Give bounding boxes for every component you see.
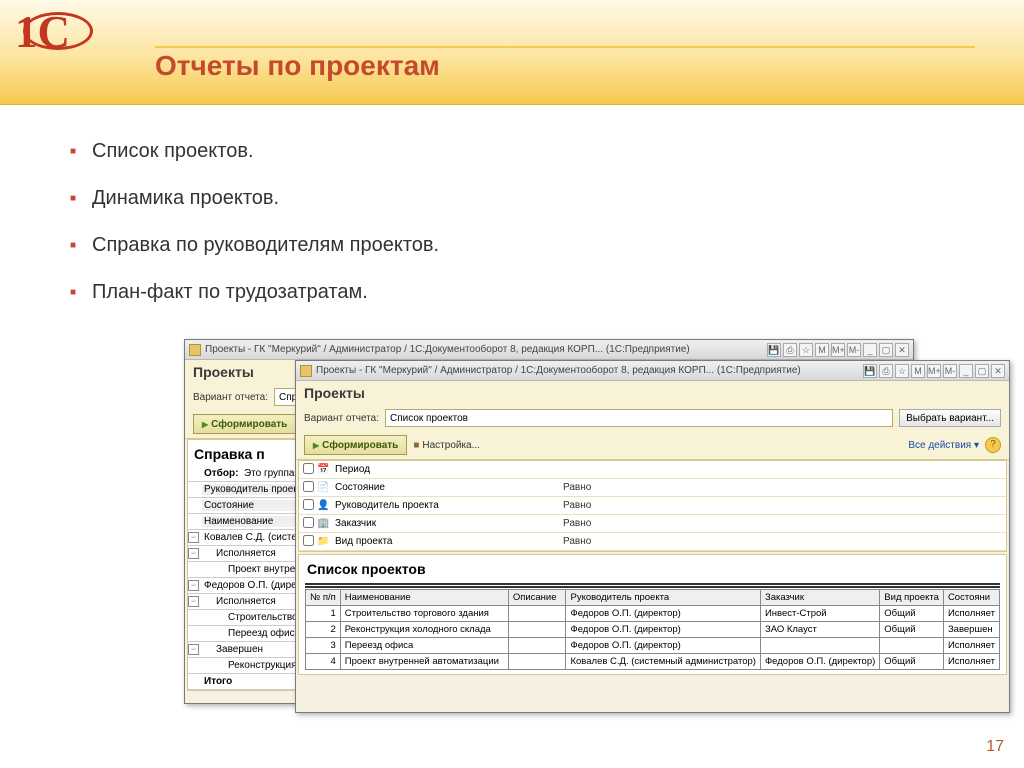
filter-label: Руководитель проекта — [333, 500, 563, 511]
app-icon — [300, 365, 312, 377]
filter-op: Равно — [563, 500, 673, 511]
col-name: Наименование — [340, 590, 508, 606]
minimize-icon[interactable]: _ — [959, 364, 973, 378]
form-button[interactable]: Сформировать — [304, 435, 407, 455]
filter-text: Это группа — [244, 468, 294, 479]
all-actions-link[interactable]: Все действия ▾ — [908, 440, 979, 451]
form-button[interactable]: Сформировать — [193, 414, 296, 434]
col-state: Состояни — [943, 590, 999, 606]
col-num: № п/п — [306, 590, 341, 606]
m-plus-icon[interactable]: M+ — [831, 343, 845, 357]
collapse-icon[interactable]: − — [188, 644, 199, 655]
print-icon[interactable]: ⎙ — [879, 364, 893, 378]
print-icon[interactable]: ⎙ — [783, 343, 797, 357]
filter-checkbox[interactable] — [303, 463, 314, 474]
variant-input[interactable] — [385, 409, 893, 427]
bullet-item: Список проектов. — [70, 140, 1024, 163]
filter-label: Период — [333, 464, 563, 475]
table-row[interactable]: 1Строительство торгового зданияФедоров О… — [306, 606, 1000, 622]
filter-label: Заказчик — [333, 518, 563, 529]
collapse-icon[interactable]: − — [188, 548, 199, 559]
close-icon[interactable]: ✕ — [895, 343, 909, 357]
filter-panel: 📅 Период 📄 Состояние Равно 👤 Руководител… — [298, 460, 1007, 552]
col-manager: Руководитель проекта — [566, 590, 760, 606]
titlebar-text: Проекты - ГК "Меркурий" / Администратор … — [316, 365, 863, 376]
help-icon[interactable]: ? — [985, 437, 1001, 453]
save-icon[interactable]: 💾 — [767, 343, 781, 357]
m-plus-icon[interactable]: M+ — [927, 364, 941, 378]
collapse-icon[interactable]: − — [188, 596, 199, 607]
window-heading: Проекты — [296, 381, 1009, 405]
filter-checkbox[interactable] — [303, 499, 314, 510]
table-row[interactable]: 4Проект внутренней автоматизацииКовалев … — [306, 654, 1000, 670]
variant-label: Вариант отчета: — [193, 392, 268, 403]
filter-row[interactable]: 📁 Вид проекта Равно — [299, 533, 1006, 551]
bullet-item: Динамика проектов. — [70, 187, 1024, 210]
slide-title: Отчеты по проектам — [155, 50, 440, 82]
filter-label: Отбор: — [204, 468, 238, 479]
page-number: 17 — [986, 738, 1004, 756]
building-icon: 🏢 — [317, 518, 333, 529]
report-table: № п/п Наименование Описание Руководитель… — [305, 589, 1000, 670]
report-body: Список проектов № п/п Наименование Описа… — [298, 554, 1007, 675]
app-icon — [189, 344, 201, 356]
collapse-icon[interactable]: − — [188, 580, 199, 591]
logo-1c: 1С — [15, 10, 105, 90]
bullet-item: План-факт по трудозатратам. — [70, 281, 1024, 304]
slide-bullets: Список проектов. Динамика проектов. Спра… — [70, 140, 1024, 304]
filter-row[interactable]: 🏢 Заказчик Равно — [299, 515, 1006, 533]
star-icon[interactable]: ☆ — [799, 343, 813, 357]
titlebar-text: Проекты - ГК "Меркурий" / Администратор … — [205, 344, 767, 355]
star-icon[interactable]: ☆ — [895, 364, 909, 378]
filter-op: Равно — [563, 518, 673, 529]
maximize-icon[interactable]: ▢ — [879, 343, 893, 357]
filter-row[interactable]: 📄 Состояние Равно — [299, 479, 1006, 497]
filter-label: Состояние — [333, 482, 563, 493]
m-minus-icon[interactable]: M- — [847, 343, 861, 357]
table-row[interactable]: 2Реконструкция холодного складаФедоров О… — [306, 622, 1000, 638]
m-icon[interactable]: M — [815, 343, 829, 357]
save-icon[interactable]: 💾 — [863, 364, 877, 378]
table-row[interactable]: 3Переезд офисаФедоров О.П. (директор)Исп… — [306, 638, 1000, 654]
filter-checkbox[interactable] — [303, 517, 314, 528]
titlebar[interactable]: Проекты - ГК "Меркурий" / Администратор … — [185, 340, 913, 360]
slide-header: 1С Отчеты по проектам — [0, 0, 1024, 105]
collapse-icon[interactable]: − — [188, 532, 199, 543]
filter-label: Вид проекта — [333, 536, 563, 547]
variant-label: Вариант отчета: — [304, 413, 379, 424]
filter-op: Равно — [563, 482, 673, 493]
filter-op: Равно — [563, 536, 673, 547]
filter-row[interactable]: 📅 Период — [299, 461, 1006, 479]
minimize-icon[interactable]: _ — [863, 343, 877, 357]
m-icon[interactable]: M — [911, 364, 925, 378]
titlebar[interactable]: Проекты - ГК "Меркурий" / Администратор … — [296, 361, 1009, 381]
calendar-icon: 📅 — [317, 464, 333, 475]
person-icon: 👤 — [317, 500, 333, 511]
filter-checkbox[interactable] — [303, 535, 314, 546]
window-report-front: Проекты - ГК "Меркурий" / Администратор … — [295, 360, 1010, 713]
settings-button[interactable]: Настройка... — [413, 435, 480, 455]
m-minus-icon[interactable]: M- — [943, 364, 957, 378]
close-icon[interactable]: ✕ — [991, 364, 1005, 378]
filter-row[interactable]: 👤 Руководитель проекта Равно — [299, 497, 1006, 515]
folder-icon: 📁 — [317, 536, 333, 547]
choose-variant-button[interactable]: Выбрать вариант... — [899, 409, 1001, 427]
report-title: Список проектов — [307, 561, 1000, 577]
filter-checkbox[interactable] — [303, 481, 314, 492]
maximize-icon[interactable]: ▢ — [975, 364, 989, 378]
doc-icon: 📄 — [317, 482, 333, 493]
col-kind: Вид проекта — [880, 590, 944, 606]
bullet-item: Справка по руководителям проектов. — [70, 234, 1024, 257]
col-desc: Описание — [508, 590, 566, 606]
col-customer: Заказчик — [760, 590, 879, 606]
